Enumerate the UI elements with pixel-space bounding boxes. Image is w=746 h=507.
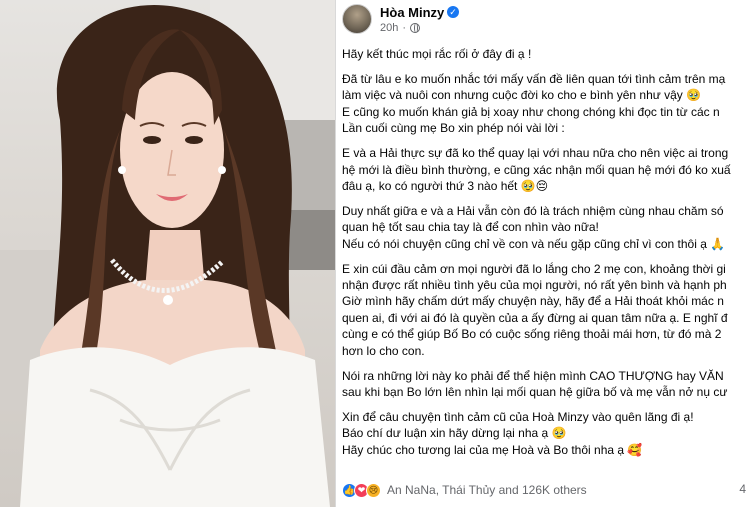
post-paragraph: Xin để câu chuyện tình cảm cũ của Hoà Mi… (342, 409, 746, 458)
post-text-line: Giờ mình hãy chấm dứt mấy chuyện này, hã… (342, 294, 724, 309)
post-text-line: cùng e có thể giúp Bố Bo có cuộc sống ri… (342, 327, 722, 342)
post-text-line: quen ai, đi với ai đó là quyền của a ấy … (342, 310, 728, 325)
globe-icon (410, 23, 421, 33)
post-text-line: hệ mới là điều bình thường, e cũng xác n… (342, 162, 731, 177)
post-paragraph: E xin cúi đầu cảm ơn mọi người đã lo lắn… (342, 261, 746, 359)
post-text-line: Hãy chúc cho tương lai của mẹ Hoà và Bo … (342, 442, 643, 457)
post-panel: Hòa Minzy ✓ 20h · Hãy kết thúc mọi rắc r… (336, 0, 746, 507)
post-body: Hãy kết thúc mọi rắc rối ở đây đi ạ ! Đã … (342, 46, 746, 467)
post-text-line: E cũng ko muốn khán giả bị xoay như chon… (342, 104, 720, 119)
comment-count[interactable]: 4 (739, 482, 746, 496)
post-footer: 👍 ❤ 😢 An NaNa, Thái Thủy and 126K others… (342, 481, 746, 499)
post-paragraph: Hãy kết thúc mọi rắc rối ở đây đi ạ ! (342, 46, 746, 62)
verified-badge-icon: ✓ (447, 6, 459, 18)
post-text-line: đâu ạ, ko có người thứ 3 nào hết 🥹😔 (342, 178, 549, 193)
post-meta: 20h · (380, 22, 421, 34)
post-text-line: hơn lo cho con. (342, 343, 425, 358)
post-text-line: quan hệ tốt sau chia tay là để con nhìn … (342, 220, 599, 235)
post-text-line: Báo chí dư luận xin hãy dừng lại nha ạ 🥹 (342, 426, 567, 441)
post-photo[interactable] (0, 0, 335, 507)
post-text-line: Lần cuối cùng mẹ Bo xin phép nói vài lời… (342, 121, 565, 136)
post-text-line: Hãy kết thúc mọi rắc rối ở đây đi ạ ! (342, 47, 532, 61)
post-paragraph: Đã từ lâu e ko muốn nhắc tới mấy vấn đề … (342, 71, 746, 137)
post-text-line: Nói ra những lời này ko phải để thể hiện… (342, 368, 724, 383)
post-paragraph: E và a Hải thực sự đã ko thể quay lại vớ… (342, 145, 746, 194)
post-text-line: Đã từ lâu e ko muốn nhắc tới mấy vấn đề … (342, 71, 726, 86)
meta-separator: · (402, 22, 407, 34)
sad-reaction-icon[interactable]: 😢 (366, 482, 381, 498)
post-text-line: Xin để câu chuyện tình cảm cũ của Hoà Mi… (342, 409, 694, 424)
post-paragraph: Nói ra những lời này ko phải để thể hiện… (342, 368, 746, 401)
author-avatar[interactable] (342, 4, 372, 34)
reaction-summary[interactable]: An NaNa, Thái Thủy and 126K others (387, 483, 587, 497)
post-text-line: E xin cúi đầu cảm ơn mọi người đã lo lắn… (342, 261, 726, 276)
post-text-line: Duy nhất giữa e và a Hải vẫn còn đó là t… (342, 203, 724, 218)
post-text-line: sau khi bạn Bo lớn lên nhìn lại mối quan… (342, 385, 728, 399)
post-header: Hòa Minzy ✓ 20h · (336, 0, 746, 40)
post-text-line: E và a Hải thực sự đã ko thể quay lại vớ… (342, 146, 729, 161)
post-paragraph: Duy nhất giữa e và a Hải vẫn còn đó là t… (342, 203, 746, 252)
author-name[interactable]: Hòa Minzy (380, 5, 444, 20)
post-time[interactable]: 20h (380, 22, 398, 34)
post-text-line: nhận được rất nhiều tình yêu của mọi ngư… (342, 278, 727, 293)
portrait-illustration (0, 0, 335, 507)
post-text-line: Nếu có nói chuyện cũng chỉ về con và nếu… (342, 236, 726, 251)
post-text-line: làm việc và nuôi con nhưng cuộc đời ko c… (342, 88, 702, 103)
